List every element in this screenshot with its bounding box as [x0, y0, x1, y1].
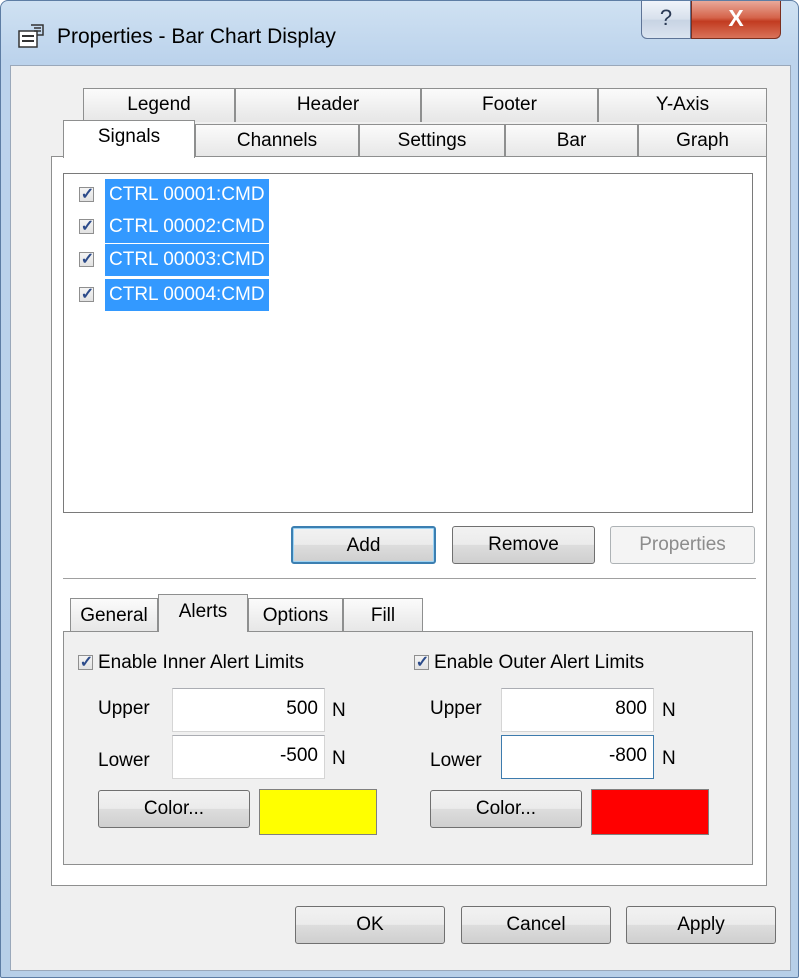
tab-y-axis[interactable]: Y-Axis — [598, 88, 767, 122]
help-button[interactable]: ? — [641, 1, 691, 39]
inner-color-button[interactable]: Color... — [98, 790, 250, 828]
signal-checkbox[interactable]: ✓ — [79, 186, 94, 203]
remove-button[interactable]: Remove — [452, 526, 595, 564]
ok-button[interactable]: OK — [295, 906, 445, 944]
signal-label[interactable]: CTRL 00002:CMD — [105, 211, 269, 243]
signal-checkbox[interactable]: ✓ — [79, 286, 94, 303]
inner-lower-field[interactable]: -500 — [172, 735, 325, 779]
signal-label[interactable]: CTRL 00003:CMD — [105, 244, 269, 276]
outer-lower-label: Lower — [430, 750, 482, 771]
tab-signals[interactable]: Signals — [63, 120, 195, 158]
tab-graph[interactable]: Graph — [638, 124, 767, 158]
signal-label[interactable]: CTRL 00004:CMD — [105, 279, 269, 311]
cancel-button[interactable]: Cancel — [461, 906, 611, 944]
tab-footer[interactable]: Footer — [421, 88, 598, 122]
tab-legend[interactable]: Legend — [83, 88, 235, 122]
close-icon: X — [728, 5, 744, 31]
outer-upper-unit: N — [662, 700, 676, 721]
tab-alerts[interactable]: Alerts — [158, 594, 248, 632]
outer-upper-label: Upper — [430, 698, 482, 719]
signal-list[interactable]: ✓ CTRL 00001:CMD ✓ CTRL 00002:CMD ✓ CTRL… — [63, 173, 753, 513]
tab-channels[interactable]: Channels — [195, 124, 359, 158]
signal-checkbox[interactable]: ✓ — [79, 251, 94, 268]
enable-outer-alert-label: Enable Outer Alert Limits — [434, 652, 645, 673]
inner-lower-unit: N — [332, 748, 346, 769]
tab-fill[interactable]: Fill — [343, 598, 423, 632]
outer-color-swatch[interactable] — [591, 789, 709, 835]
tab-header[interactable]: Header — [235, 88, 421, 122]
tab-bar[interactable]: Bar — [505, 124, 638, 158]
inner-upper-label: Upper — [98, 698, 150, 719]
inner-color-swatch[interactable] — [259, 789, 377, 835]
inner-upper-unit: N — [332, 700, 346, 721]
enable-inner-alert-label: Enable Inner Alert Limits — [98, 652, 304, 673]
apply-button[interactable]: Apply — [626, 906, 776, 944]
outer-color-button[interactable]: Color... — [430, 790, 582, 828]
window-title: Properties - Bar Chart Display — [57, 25, 336, 48]
outer-lower-field[interactable]: -800 — [501, 735, 654, 779]
enable-outer-alert-checkbox[interactable]: ✓ — [414, 654, 429, 671]
inner-lower-label: Lower — [98, 750, 150, 771]
add-button[interactable]: Add — [291, 526, 436, 564]
outer-upper-field[interactable]: 800 — [501, 688, 654, 732]
outer-lower-unit: N — [662, 748, 676, 769]
tab-options[interactable]: Options — [248, 598, 343, 632]
signal-label[interactable]: CTRL 00001:CMD — [105, 179, 269, 211]
tab-settings[interactable]: Settings — [359, 124, 505, 158]
help-icon: ? — [659, 5, 673, 30]
signal-checkbox[interactable]: ✓ — [79, 218, 94, 235]
close-button[interactable]: X — [691, 1, 781, 39]
enable-inner-alert-checkbox[interactable]: ✓ — [78, 654, 93, 671]
properties-button[interactable]: Properties — [610, 526, 755, 564]
properties-icon — [18, 24, 44, 48]
separator — [63, 578, 756, 580]
inner-upper-field[interactable]: 500 — [172, 688, 325, 732]
tab-general[interactable]: General — [70, 598, 158, 632]
